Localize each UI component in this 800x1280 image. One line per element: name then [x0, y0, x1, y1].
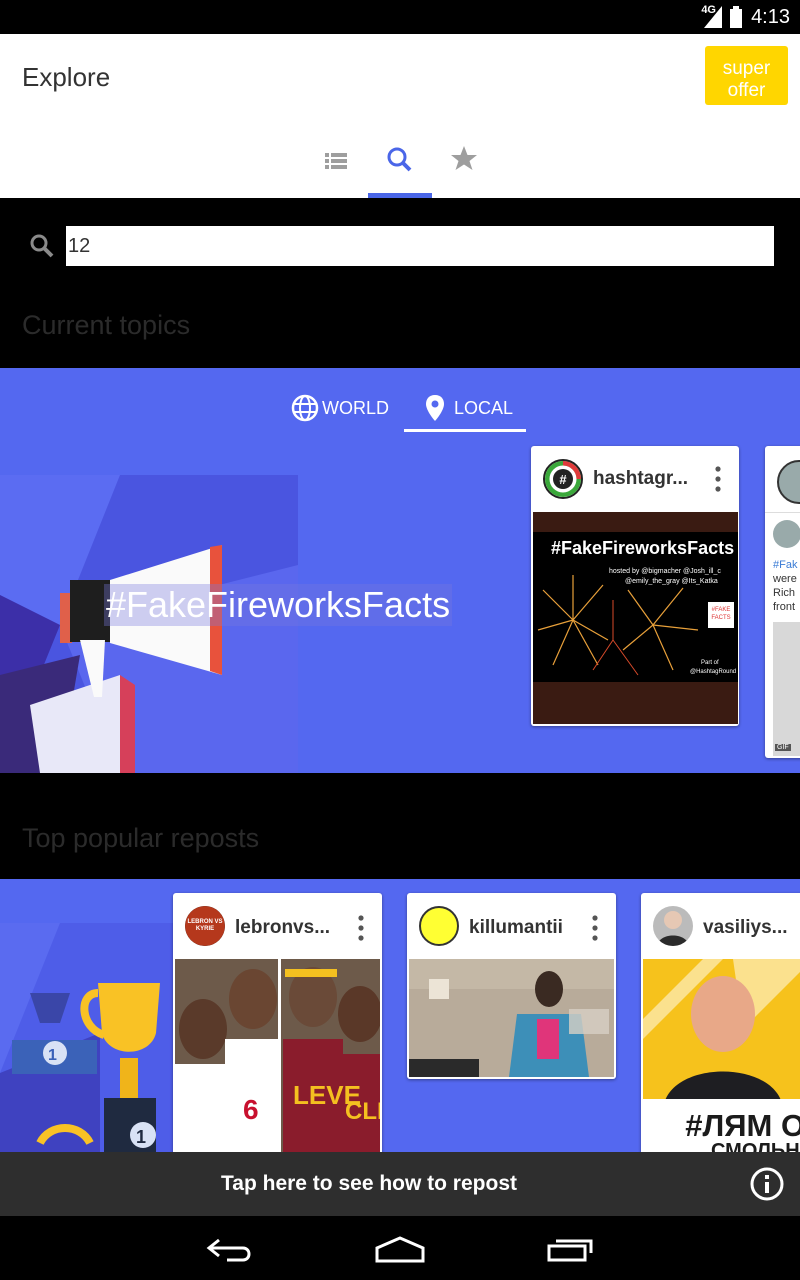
podium-number: 1 [136, 1127, 147, 1147]
list-icon [325, 153, 347, 169]
fireworks-graphic [537, 575, 699, 676]
card-image [773, 622, 800, 756]
repost-card[interactable]: killumantii [407, 893, 616, 1079]
card-username: lebronvs... [235, 917, 331, 938]
repost-card[interactable]: vasiliys... ##ЛЯМ ОТ СМОЛЬНОГ [641, 893, 800, 1152]
hashtag-logo-icon: # [545, 461, 581, 497]
signal-icon [704, 6, 722, 28]
svg-text:#: # [559, 472, 567, 487]
home-icon[interactable] [374, 1234, 426, 1264]
avatar-text: LEBRON VS KYRIE [185, 906, 225, 946]
caption-line: #Fak [773, 559, 798, 571]
repost-card[interactable]: LEBRON VS KYRIE lebronvs... LEVE CLE 6 [173, 893, 382, 1152]
trophy-illustration [0, 923, 180, 1152]
current-topics-band: WORLD LOCAL #FakeFireworksFacts # hashta… [0, 368, 800, 773]
avatar [777, 460, 800, 504]
basketball-players-image: LEVE CLE 6 [175, 959, 380, 1152]
image-footer-line2: @HashtagRound [690, 669, 737, 675]
image-title: #FakeFireworksFacts [551, 538, 735, 558]
more-options-icon[interactable] [358, 915, 364, 941]
card-image: #FakeFireworksFacts hosted by @bigmacher… [533, 512, 738, 724]
snackbar-text: Tap here to see how to repost [221, 1172, 517, 1195]
globe-icon [291, 394, 319, 422]
avatar: # [543, 459, 583, 499]
status-bar: 4G 4:13 [0, 0, 800, 34]
info-icon[interactable] [749, 1166, 785, 1202]
star-icon [451, 146, 477, 170]
more-options-icon[interactable] [715, 466, 721, 492]
system-nav-bar [0, 1216, 800, 1280]
user-photo-icon [657, 911, 689, 946]
tab-favorites[interactable] [432, 137, 496, 197]
page-title: Explore [22, 62, 111, 92]
card-username: killumantii [469, 917, 563, 938]
card-username: vasiliys... [703, 917, 788, 938]
featured-hashtag[interactable]: #FakeFireworksFacts [104, 584, 453, 626]
top-popular-title: Top popular reposts [22, 823, 260, 853]
segment-world[interactable]: WORLD [290, 384, 389, 432]
location-pin-icon [426, 395, 444, 421]
current-topics-title: Current topics [22, 310, 191, 340]
svg-text:CLE: CLE [345, 1098, 380, 1125]
more-options-icon[interactable] [592, 915, 598, 941]
super-offer-button[interactable]: super offer [705, 46, 788, 105]
promo-text-line2: СМОЛЬНОГ [711, 1140, 800, 1152]
avatar [419, 906, 459, 946]
image-footer-line1: Part of [701, 660, 719, 666]
search-icon [387, 147, 412, 172]
card-caption: #Fak were Rich front [773, 558, 797, 614]
repost-help-snackbar[interactable]: Tap here to see how to repost [0, 1152, 800, 1216]
caption-line: were [773, 573, 797, 585]
promo-text: #ЛЯМ ОТ [685, 1108, 800, 1143]
image-credits-line2: @emily_the_gray @Its_Katka [625, 578, 718, 585]
segment-local-label: LOCAL [454, 397, 514, 418]
back-icon[interactable] [205, 1234, 255, 1264]
inner-avatar [773, 520, 800, 548]
caption-line: front [773, 601, 796, 613]
search-section: Current topics [0, 198, 800, 368]
segment-world-label: WORLD [322, 397, 389, 418]
avatar [653, 906, 693, 946]
top-popular-section: Top popular reposts [0, 773, 800, 879]
battery-icon [730, 6, 742, 28]
promo-text-line1: ##ЛЯМ ОТ [685, 1103, 800, 1143]
svg-text:6: 6 [243, 1094, 259, 1125]
podium-number: 1 [48, 1047, 57, 1064]
video-thumbnail-image [409, 959, 614, 1077]
avatar: LEBRON VS KYRIE [185, 906, 225, 946]
image-stamp: #FAKE FACTS [708, 602, 734, 628]
status-time: 4:13 [751, 6, 790, 28]
gif-badge: GIF [775, 744, 791, 751]
image-credits-line1: hosted by @bigmacher @Josh_ill_c [609, 568, 721, 575]
card-username: hashtagr... [593, 468, 689, 489]
search-field-icon [30, 234, 54, 258]
topic-card[interactable]: #Fak were Rich front GIF [765, 446, 800, 758]
top-popular-band: 1 1 LEBRON VS KYRIE lebronvs... LEVE CLE… [0, 879, 800, 1152]
app-header: Explore super offer [0, 34, 800, 198]
super-offer-label: super offer [722, 57, 771, 101]
recents-icon[interactable] [546, 1234, 596, 1264]
card-divider [765, 512, 800, 513]
search-input[interactable] [66, 226, 774, 266]
tab-list[interactable] [304, 137, 368, 197]
segment-indicator [404, 429, 526, 432]
tab-search[interactable] [368, 137, 432, 197]
topic-card[interactable]: # hashtagr... #FakeFireworksFacts hosted… [531, 446, 739, 726]
caption-line: Rich [773, 587, 796, 599]
segment-local[interactable]: LOCAL [424, 384, 513, 432]
